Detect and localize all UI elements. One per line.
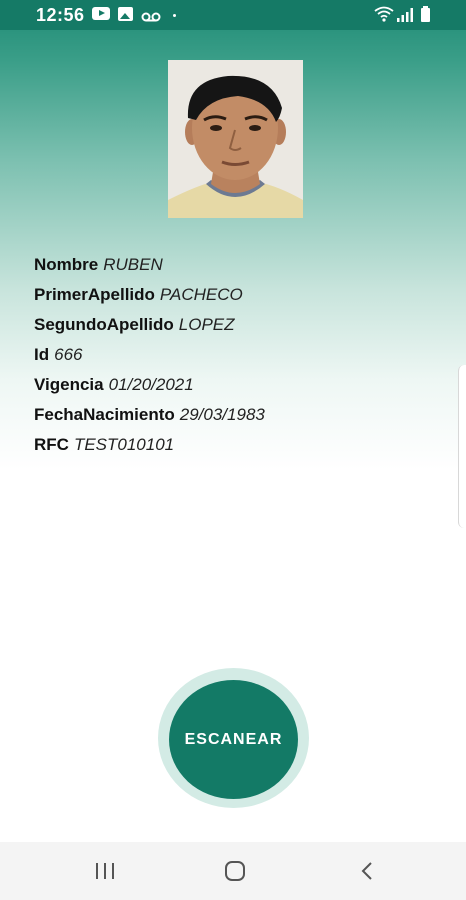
field-value: LOPEZ	[178, 315, 235, 334]
dot-icon	[173, 14, 176, 17]
field-value: TEST010101	[73, 435, 175, 454]
field-label: Vigencia	[34, 375, 104, 394]
field-label: FechaNacimiento	[34, 405, 175, 424]
battery-icon	[421, 6, 430, 22]
field-segundo-apellido: SegundoApellido LOPEZ	[34, 312, 454, 342]
recents-icon[interactable]	[88, 856, 122, 886]
field-value: RUBEN	[103, 255, 163, 274]
field-value: 01/20/2021	[108, 375, 194, 394]
field-fecha-nacimiento: FechaNacimiento 29/03/1983	[34, 402, 454, 432]
app-screen: 12:56 Nombre RUBEN PrimerApellido PACHEC…	[0, 0, 466, 900]
navigation-bar	[0, 842, 466, 900]
field-vigencia: Vigencia 01/20/2021	[34, 372, 454, 402]
home-icon[interactable]	[218, 856, 252, 886]
field-rfc: RFC TEST010101	[34, 432, 454, 462]
scan-button[interactable]: ESCANEAR	[169, 680, 298, 799]
field-nombre: Nombre RUBEN	[34, 252, 454, 282]
field-label: Nombre	[34, 255, 99, 274]
status-bar: 12:56	[0, 0, 466, 30]
field-id: Id 666	[34, 342, 454, 372]
field-value: 29/03/1983	[179, 405, 265, 424]
youtube-icon	[92, 7, 110, 20]
field-value: PACHECO	[159, 285, 243, 304]
field-value: 666	[54, 345, 83, 364]
profile-photo	[168, 60, 303, 218]
field-primer-apellido: PrimerApellido PACHECO	[34, 282, 454, 312]
edge-panel-handle[interactable]	[458, 365, 466, 528]
field-label: SegundoApellido	[34, 315, 174, 334]
status-time: 12:56	[36, 5, 85, 25]
field-label: RFC	[34, 435, 69, 454]
signal-icon	[396, 7, 414, 23]
image-icon	[118, 7, 133, 21]
profile-info-list: Nombre RUBEN PrimerApellido PACHECO Segund…	[34, 252, 454, 462]
voicemail-icon	[141, 9, 161, 22]
wifi-icon	[374, 6, 394, 22]
field-label: Id	[34, 345, 50, 364]
field-label: PrimerApellido	[34, 285, 155, 304]
back-icon[interactable]	[350, 856, 384, 886]
